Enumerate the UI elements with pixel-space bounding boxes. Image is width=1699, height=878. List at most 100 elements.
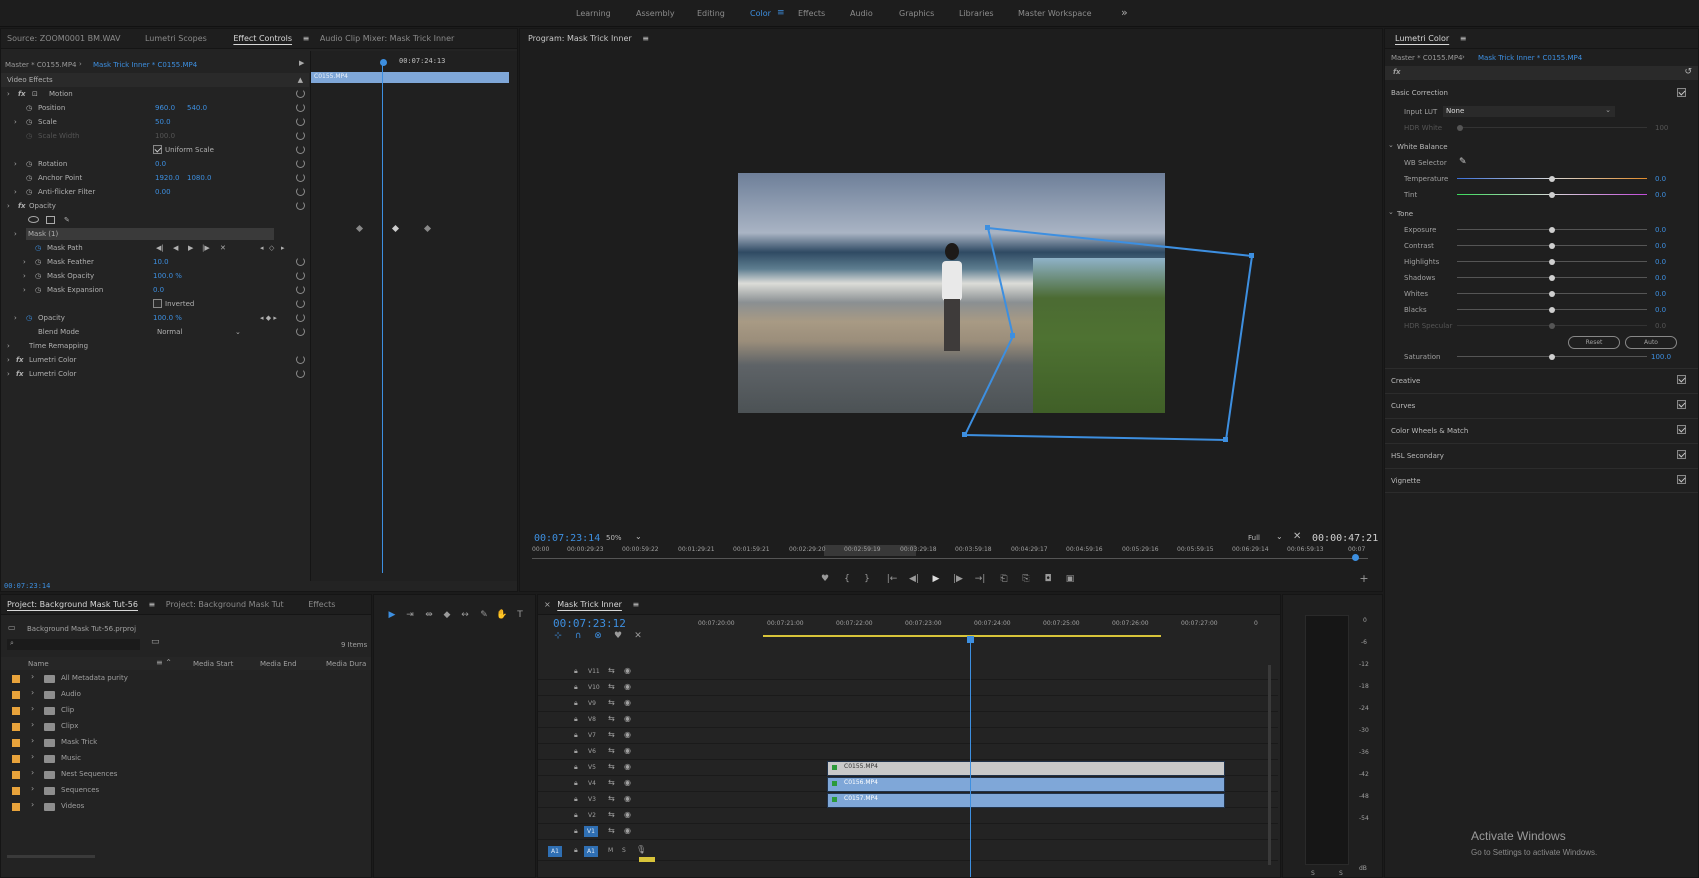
stopwatch-icon[interactable]: ◷ (26, 311, 32, 325)
mask-name-field[interactable] (26, 228, 274, 240)
project-menu-icon[interactable]: ≡ (147, 595, 158, 615)
snap-icon[interactable]: ∩ (573, 631, 583, 641)
bin-name[interactable]: Nest Sequences (61, 770, 117, 778)
exposure-slider[interactable] (1457, 226, 1647, 233)
solo-button[interactable]: S (622, 847, 626, 854)
list-item[interactable]: › Sequences (1, 783, 371, 799)
opacity-value[interactable]: 100.0 % (153, 311, 182, 325)
bin-name[interactable]: Audio (61, 690, 81, 698)
lumetri-clip-label[interactable]: Mask Trick Inner * C0155.MP4 (1478, 54, 1582, 62)
add-keyframe-icon[interactable]: ◇ (269, 241, 274, 255)
position-y-value[interactable]: 540.0 (187, 101, 207, 115)
track-v10[interactable]: 🔒︎ V10 ⇆ ◉ (538, 681, 1278, 696)
bin-name[interactable]: Sequences (61, 786, 99, 794)
reset-icon[interactable] (296, 299, 305, 308)
workspace-libraries[interactable]: Libraries (959, 9, 994, 18)
rectangle-mask-icon[interactable] (46, 216, 55, 224)
antiflicker-row[interactable]: › ◷ Anti-flicker Filter 0.00 (1, 185, 309, 199)
program-timecode[interactable]: 00:07:23:14 (534, 533, 600, 544)
expand-icon[interactable]: › (23, 283, 26, 297)
chevron-down-icon[interactable]: ⌄ (1388, 141, 1394, 149)
reset-icon[interactable] (296, 327, 305, 336)
mark-in-icon[interactable]: { (842, 574, 852, 584)
eye-icon[interactable]: ◉ (624, 666, 631, 675)
sync-icon[interactable]: ⇆ (608, 794, 615, 803)
work-area-bar[interactable] (763, 635, 1161, 637)
saturation-slider[interactable] (1457, 353, 1647, 360)
fx-icon[interactable]: fx (16, 353, 24, 367)
reset-icon[interactable] (296, 313, 305, 322)
clip-bar[interactable]: C0155.MP4 (311, 72, 509, 83)
program-ruler[interactable]: 00:00 00:00:29:23 00:00:59:22 00:01:29:2… (532, 545, 1368, 563)
wrench-icon[interactable]: ✕ (1293, 531, 1301, 542)
stopwatch-icon[interactable]: ◷ (35, 255, 41, 269)
label-swatch[interactable] (12, 755, 20, 763)
eye-icon[interactable]: ◉ (624, 730, 631, 739)
scale-row[interactable]: › ◷ Scale 50.0 (1, 115, 309, 129)
sequence-clip-label[interactable]: Mask Trick Inner * C0155.MP4 (93, 61, 197, 69)
slider-knob[interactable] (1549, 242, 1555, 249)
reset-icon[interactable] (296, 257, 305, 266)
section-color-wheels[interactable]: Color Wheels & Match (1385, 418, 1698, 443)
section-curves[interactable]: Curves (1385, 393, 1698, 418)
step-forward-icon[interactable]: |▶ (952, 574, 964, 584)
lumetri-row-1[interactable]: › fx Lumetri Color (1, 353, 309, 367)
audio-clip-indicator[interactable] (639, 857, 655, 862)
blend-mode-dropdown[interactable]: Normal (157, 325, 182, 339)
sync-icon[interactable]: ⇆ (608, 698, 615, 707)
track-v9[interactable]: 🔒︎ V9 ⇆ ◉ (538, 697, 1278, 712)
mask-feather-value[interactable]: 10.0 (153, 255, 169, 269)
mask-expansion-value[interactable]: 0.0 (153, 283, 164, 297)
ripple-edit-tool-icon[interactable]: ⇹ (423, 610, 435, 620)
mask-opacity-value[interactable]: 100.0 % (153, 269, 182, 283)
expand-icon[interactable]: › (14, 157, 17, 171)
expand-icon[interactable]: › (31, 752, 34, 761)
list-item[interactable]: › Nest Sequences (1, 767, 371, 783)
eye-icon[interactable]: ◉ (624, 714, 631, 723)
eye-icon[interactable]: ◉ (624, 810, 631, 819)
track-forward-icon[interactable]: |▶ (202, 241, 210, 255)
sync-icon[interactable]: ⇆ (608, 810, 615, 819)
whites-slider[interactable] (1457, 290, 1647, 297)
marker-icon[interactable]: ♥ (820, 574, 830, 584)
timeline-menu-icon[interactable]: ≡ (630, 595, 641, 615)
reset-icon[interactable] (296, 285, 305, 294)
collapse-up-icon[interactable]: ▲ (298, 73, 303, 87)
mask-header-row[interactable]: › Mask (1) (1, 227, 276, 241)
shadows-value[interactable]: 0.0 (1655, 274, 1666, 282)
label-swatch[interactable] (12, 691, 20, 699)
expand-icon[interactable]: › (31, 704, 34, 713)
list-item[interactable]: › Clip (1, 703, 371, 719)
slip-tool-icon[interactable]: ↔ (459, 610, 471, 620)
section-creative[interactable]: Creative (1385, 368, 1698, 393)
section-hsl-secondary[interactable]: HSL Secondary (1385, 443, 1698, 468)
list-item[interactable]: › Mask Trick (1, 735, 371, 751)
track-v8[interactable]: 🔒︎ V8 ⇆ ◉ (538, 713, 1278, 728)
section-vignette[interactable]: Vignette (1385, 468, 1698, 493)
sync-icon[interactable]: ⇆ (608, 730, 615, 739)
opacity-value-row[interactable]: › ◷ Opacity 100.0 % ◂ ◆ ▸ (1, 311, 309, 325)
expand-icon[interactable]: › (7, 367, 10, 381)
slider-knob[interactable] (1549, 306, 1555, 313)
lumetri-master-label[interactable]: Master * C0155.MP4 (1391, 54, 1463, 62)
go-to-out-icon[interactable]: →| (974, 574, 986, 584)
mask-feather-row[interactable]: › ◷ Mask Feather 10.0 (1, 255, 309, 269)
reset-icon[interactable] (296, 145, 305, 154)
timeline-timecode[interactable]: 00:07:23:12 (553, 617, 626, 630)
ruler-playhead[interactable] (1352, 554, 1359, 561)
slider-knob[interactable] (1549, 290, 1555, 297)
tracks-area[interactable]: 🔒︎ V11 ⇆ ◉ 🔒︎ V10 ⇆ ◉ 🔒︎ V9 ⇆ ◉ 🔒︎ V8 ⇆ … (538, 665, 1278, 877)
workspace-color[interactable]: Color (750, 9, 771, 18)
tab-lumetri-scopes[interactable]: Lumetri Scopes (139, 29, 213, 49)
expand-icon[interactable]: › (14, 115, 17, 129)
pen-tool-icon[interactable]: ✎ (478, 610, 490, 620)
lock-icon[interactable]: 🔒︎ (574, 667, 578, 676)
lock-icon[interactable]: 🔒︎ (574, 699, 578, 708)
motion-transform-icon[interactable]: ⊡ (32, 87, 38, 101)
lumetri-menu-icon[interactable]: ≡ (1458, 29, 1469, 49)
project-search-input[interactable]: ⌕ (7, 639, 140, 650)
fx-selector[interactable]: fx ↺ (1385, 66, 1698, 80)
ellipse-mask-icon[interactable] (28, 216, 39, 223)
effect-timeline[interactable]: 00:07:24:13 C0155.MP4 (310, 51, 517, 581)
reset-icon[interactable] (296, 369, 305, 378)
